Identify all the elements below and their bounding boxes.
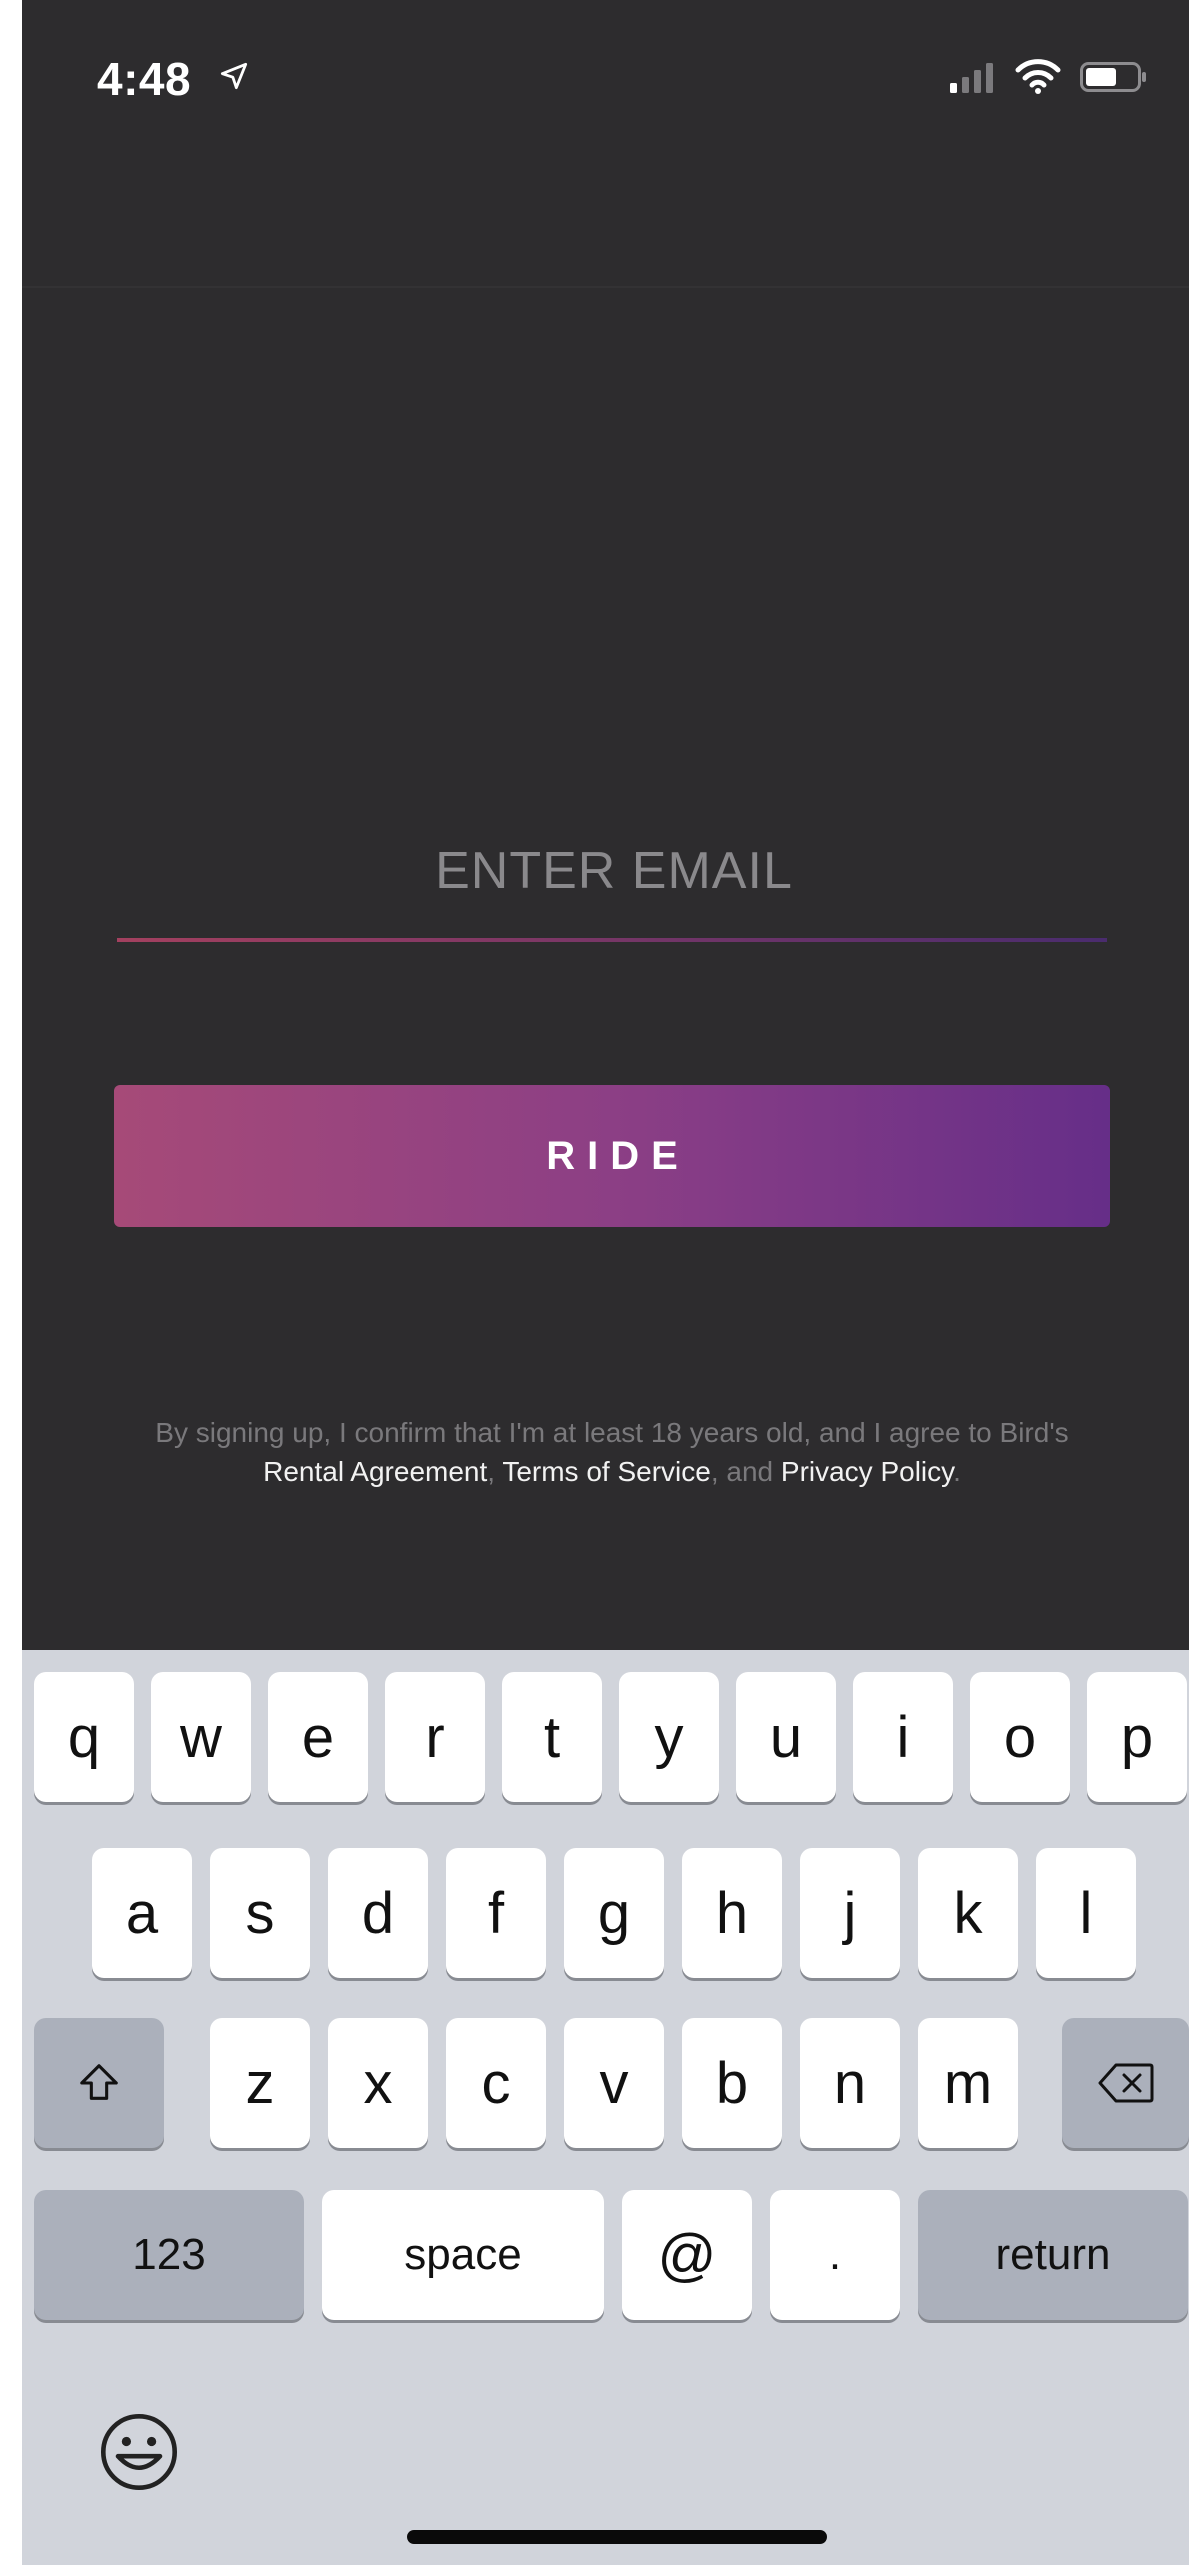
status-time: 4:48 bbox=[97, 53, 192, 105]
emoji-icon[interactable] bbox=[97, 2410, 181, 2494]
shift-key[interactable] bbox=[34, 2018, 164, 2148]
key-c[interactable]: c bbox=[446, 2018, 546, 2148]
key-s[interactable]: s bbox=[210, 1848, 310, 1978]
return-key[interactable]: return bbox=[918, 2190, 1188, 2320]
key-i[interactable]: i bbox=[853, 1672, 953, 1802]
key-k[interactable]: k bbox=[918, 1848, 1018, 1978]
legal-period: . bbox=[953, 1456, 961, 1487]
key-j[interactable]: j bbox=[800, 1848, 900, 1978]
delete-key[interactable] bbox=[1062, 2018, 1189, 2148]
key-r[interactable]: r bbox=[385, 1672, 485, 1802]
key-l[interactable]: l bbox=[1036, 1848, 1136, 1978]
app-screen: 4:48 RIDE By signing up, I confirm that … bbox=[22, 0, 1189, 2565]
terms-of-service-link[interactable]: Terms of Service bbox=[502, 1456, 711, 1487]
home-indicator[interactable] bbox=[407, 2530, 827, 2544]
legal-prefix: By signing up, I confirm that I'm at lea… bbox=[155, 1417, 1069, 1448]
key-e[interactable]: e bbox=[268, 1672, 368, 1802]
location-arrow-icon bbox=[220, 62, 248, 90]
privacy-policy-link[interactable]: Privacy Policy bbox=[781, 1456, 953, 1487]
key-z[interactable]: z bbox=[210, 2018, 310, 2148]
space-key[interactable]: space bbox=[322, 2190, 604, 2320]
key-a[interactable]: a bbox=[92, 1848, 192, 1978]
key-f[interactable]: f bbox=[446, 1848, 546, 1978]
key-o[interactable]: o bbox=[970, 1672, 1070, 1802]
header-divider bbox=[22, 286, 1189, 288]
key-p[interactable]: p bbox=[1087, 1672, 1187, 1802]
key-m[interactable]: m bbox=[918, 2018, 1018, 2148]
dot-key[interactable]: . bbox=[770, 2190, 900, 2320]
ride-button[interactable]: RIDE bbox=[114, 1085, 1110, 1227]
key-y[interactable]: y bbox=[619, 1672, 719, 1802]
numbers-key[interactable]: 123 bbox=[34, 2190, 304, 2320]
key-d[interactable]: d bbox=[328, 1848, 428, 1978]
key-w[interactable]: w bbox=[151, 1672, 251, 1802]
rental-agreement-link[interactable]: Rental Agreement bbox=[263, 1456, 487, 1487]
key-b[interactable]: b bbox=[682, 2018, 782, 2148]
key-t[interactable]: t bbox=[502, 1672, 602, 1802]
email-input[interactable] bbox=[117, 820, 1111, 922]
key-v[interactable]: v bbox=[564, 2018, 664, 2148]
key-x[interactable]: x bbox=[328, 2018, 428, 2148]
wifi-icon bbox=[1015, 59, 1061, 94]
email-underline bbox=[117, 938, 1107, 942]
key-q[interactable]: q bbox=[34, 1672, 134, 1802]
key-h[interactable]: h bbox=[682, 1848, 782, 1978]
cellular-signal-icon bbox=[950, 63, 993, 93]
legal-and: , and bbox=[710, 1456, 774, 1487]
legal-comma: , bbox=[487, 1456, 496, 1487]
legal-disclaimer: By signing up, I confirm that I'm at lea… bbox=[142, 1413, 1082, 1491]
backspace-icon bbox=[1098, 2063, 1153, 2103]
battery-icon bbox=[1080, 62, 1146, 92]
key-u[interactable]: u bbox=[736, 1672, 836, 1802]
shift-icon bbox=[80, 2064, 118, 2100]
keyboard: q w e r t y u i o p a s d f g h j k l z … bbox=[22, 1650, 1189, 2565]
key-g[interactable]: g bbox=[564, 1848, 664, 1978]
key-n[interactable]: n bbox=[800, 2018, 900, 2148]
at-key[interactable]: @ bbox=[622, 2190, 752, 2320]
